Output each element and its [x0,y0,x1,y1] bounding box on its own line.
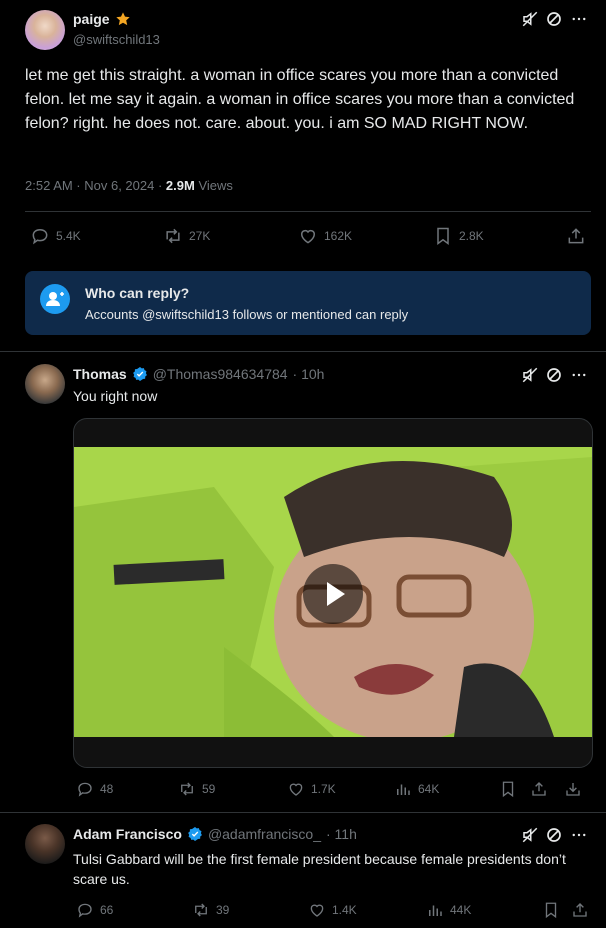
like-icon [310,904,324,917]
author-name[interactable]: paige [73,11,110,27]
repost-button[interactable]: 59 [178,780,215,798]
more-icon[interactable] [569,366,589,386]
reply-icon [78,782,92,797]
verified-icon [132,366,148,382]
reply-button[interactable]: 5.4K [30,226,81,246]
author-name[interactable]: Thomas [73,366,127,382]
share-icon[interactable] [571,901,591,921]
author-handle[interactable]: @adamfrancisco_ [208,826,321,842]
author-name[interactable]: Adam Francisco [73,826,182,842]
views-icon [429,905,442,916]
restriction-subtitle: Accounts @swiftschild13 follows or menti… [85,307,409,322]
author-handle[interactable]: @swiftschild13 [73,32,160,47]
repost-icon [166,228,180,244]
reply-icon [78,903,92,918]
people-icon [40,284,70,314]
reply-button[interactable]: 48 [76,780,113,798]
avatar[interactable] [25,10,65,50]
video-player[interactable] [73,418,593,768]
bookmark-icon[interactable] [542,901,562,921]
repost-icon [195,903,207,917]
like-icon [301,229,315,244]
more-icon[interactable] [569,10,589,30]
bookmark-icon [437,227,449,245]
play-icon[interactable] [303,564,363,624]
share-icon[interactable] [566,226,586,246]
post-text: Tulsi Gabbard will be the first female p… [73,851,566,887]
reply-icon [32,228,48,245]
bookmark-button[interactable]: 2.8K [433,226,484,246]
like-button[interactable]: 1.7K [287,780,336,798]
share-icon[interactable] [530,780,550,800]
like-button[interactable]: 162K [298,226,352,246]
post-meta: 2:52 AM · Nov 6, 2024 · 2.9M Views [25,178,233,193]
repost-button[interactable]: 27K [163,226,210,246]
like-button[interactable]: 1.4K [308,901,357,919]
avatar[interactable] [25,824,65,864]
like-icon [289,783,303,796]
more-icon[interactable] [569,826,589,846]
reply-restriction-banner: Who can reply? Accounts @swiftschild13 f… [25,271,591,335]
post-text: You right now [73,388,158,404]
reply-button[interactable]: 66 [76,901,113,919]
bookmark-icon[interactable] [499,780,519,800]
views-label: Views [198,178,233,193]
download-icon[interactable] [564,780,584,800]
restriction-title: Who can reply? [85,285,190,301]
repost-icon [181,782,193,796]
views-button[interactable]: 44K [426,901,471,919]
repost-button[interactable]: 39 [192,901,229,919]
avatar[interactable] [25,364,65,404]
mute-icon[interactable] [521,826,541,846]
views-button[interactable]: 64K [394,780,439,798]
author-handle[interactable]: @Thomas984634784 [153,366,288,382]
timestamp[interactable]: 2:52 AM · Nov 6, 2024 · [25,178,166,193]
views-icon [397,784,410,795]
block-icon[interactable] [545,10,565,30]
post-time[interactable]: · 10h [293,366,325,382]
post-time[interactable]: · 11h [326,826,357,842]
views-count: 2.9M [165,178,195,193]
mute-icon[interactable] [521,366,541,386]
post-text: let me get this straight. a woman in off… [25,67,575,132]
verified-icon [187,826,203,842]
block-icon[interactable] [545,366,565,386]
mute-icon[interactable] [521,10,541,30]
block-icon[interactable] [545,826,565,846]
star-icon [115,11,131,27]
